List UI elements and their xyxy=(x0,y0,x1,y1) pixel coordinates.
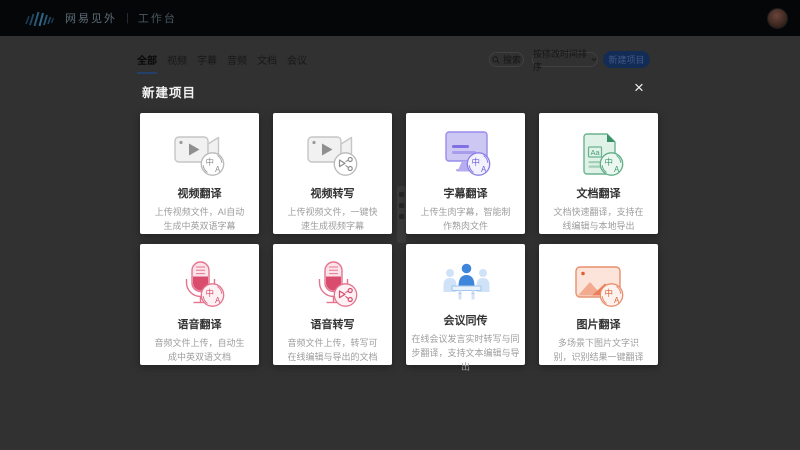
user-avatar[interactable] xyxy=(767,8,788,29)
card-desc: 在线会议发言实时转写与同步翻译，支持文本编辑与导出 xyxy=(406,333,525,375)
top-navbar: 网易见外 | 工作台 xyxy=(0,0,800,36)
card-desc: 上传视频文件，AI自动生成中英双语字幕 xyxy=(140,206,259,234)
brand-divider: | xyxy=(126,12,129,24)
modal-title: 新建项目 xyxy=(142,82,196,101)
translate-badge-zh: 中 xyxy=(205,288,214,298)
tab-document[interactable]: 文档 xyxy=(257,52,277,74)
audio-transcribe-icon xyxy=(306,257,360,313)
search-icon xyxy=(492,56,500,64)
search-input[interactable]: 搜索 xyxy=(489,52,524,67)
card-subtitle-translate[interactable]: 中 A 字幕翻译 上传生肉字幕，智能制作熟肉文件 xyxy=(406,113,525,234)
translate-badge-en: A xyxy=(215,165,221,174)
brand-name: 网易见外 xyxy=(65,10,117,26)
card-document-translate[interactable]: Aa 中 A 文档翻译 文档快速翻译，支持在线编辑与本地导出 xyxy=(539,113,658,234)
card-desc: 上传生肉字幕，智能制作熟肉文件 xyxy=(406,206,525,234)
search-placeholder: 搜索 xyxy=(503,53,521,66)
card-title: 会议同传 xyxy=(444,312,488,328)
tab-meeting[interactable]: 会议 xyxy=(287,52,307,74)
card-desc: 上传视频文件，一键快速生成视频字幕 xyxy=(273,206,392,234)
card-desc: 音频文件上传，转写可在线编辑与导出的文档 xyxy=(273,337,392,365)
card-video-transcribe[interactable]: 视频转写 上传视频文件，一键快速生成视频字幕 xyxy=(273,113,392,234)
tab-subtitle[interactable]: 字幕 xyxy=(197,52,217,74)
project-type-grid: 中 A 视频翻译 上传视频文件，AI自动生成中英双语字幕 xyxy=(140,113,658,365)
tab-all[interactable]: 全部 xyxy=(137,52,157,74)
sort-dropdown[interactable]: 按修改时间排序 xyxy=(532,52,598,67)
card-title: 语音转写 xyxy=(311,316,355,332)
card-desc: 音频文件上传，自动生成中英双语文档 xyxy=(140,337,259,365)
close-icon[interactable]: × xyxy=(629,78,649,98)
document-translate-icon: Aa 中 A xyxy=(572,126,626,182)
translate-badge-zh: 中 xyxy=(471,157,480,167)
workspace-label: 工作台 xyxy=(138,10,177,26)
category-tabs: 全部 视频 字幕 音频 文档 会议 xyxy=(137,52,307,74)
translate-badge-en: A xyxy=(481,165,487,174)
new-project-label: 新建项目 xyxy=(608,53,644,66)
tab-audio[interactable]: 音频 xyxy=(227,52,247,74)
sort-label: 按修改时间排序 xyxy=(533,47,588,73)
card-desc: 文档快速翻译，支持在线编辑与本地导出 xyxy=(539,206,658,234)
translate-badge-zh: 中 xyxy=(205,157,214,167)
doc-aa-label: Aa xyxy=(590,148,600,157)
translate-badge-en: A xyxy=(215,296,221,305)
audio-translate-icon: 中 A xyxy=(173,257,227,313)
meeting-icon xyxy=(439,257,493,309)
image-translate-icon: 中 A xyxy=(572,257,626,313)
subtitle-translate-icon: 中 A xyxy=(439,126,493,182)
card-title: 视频转写 xyxy=(311,185,355,201)
video-translate-icon: 中 A xyxy=(173,126,227,182)
card-desc: 多场景下图片文字识别，识别结果一键翻译 xyxy=(539,337,658,365)
card-image-translate[interactable]: 中 A 图片翻译 多场景下图片文字识别，识别结果一键翻译 xyxy=(539,244,658,365)
card-audio-translate[interactable]: 中 A 语音翻译 音频文件上传，自动生成中英双语文档 xyxy=(140,244,259,365)
chevron-down-icon xyxy=(591,57,597,62)
translate-badge-en: A xyxy=(614,165,620,174)
card-title: 字幕翻译 xyxy=(444,185,488,201)
app-window: 网易见外 | 工作台 全部 视频 字幕 音频 文档 会议 搜索 按修改时间排序 … xyxy=(0,0,800,450)
tab-video[interactable]: 视频 xyxy=(167,52,187,74)
card-title: 图片翻译 xyxy=(577,316,621,332)
card-title: 语音翻译 xyxy=(178,316,222,332)
card-title: 文档翻译 xyxy=(577,185,621,201)
netease-jianwai-logo-icon xyxy=(24,8,58,28)
translate-badge-zh: 中 xyxy=(604,157,613,167)
video-transcribe-icon xyxy=(306,126,360,182)
card-meeting-interpretation[interactable]: 会议同传 在线会议发言实时转写与同步翻译，支持文本编辑与导出 xyxy=(406,244,525,365)
card-title: 视频翻译 xyxy=(178,185,222,201)
card-video-translate[interactable]: 中 A 视频翻译 上传视频文件，AI自动生成中英双语字幕 xyxy=(140,113,259,234)
translate-badge-zh: 中 xyxy=(604,288,613,298)
card-audio-transcribe[interactable]: 语音转写 音频文件上传，转写可在线编辑与导出的文档 xyxy=(273,244,392,365)
brand: 网易见外 | 工作台 xyxy=(24,8,177,28)
new-project-button[interactable]: 新建项目 xyxy=(603,51,650,68)
translate-badge-en: A xyxy=(614,296,620,305)
